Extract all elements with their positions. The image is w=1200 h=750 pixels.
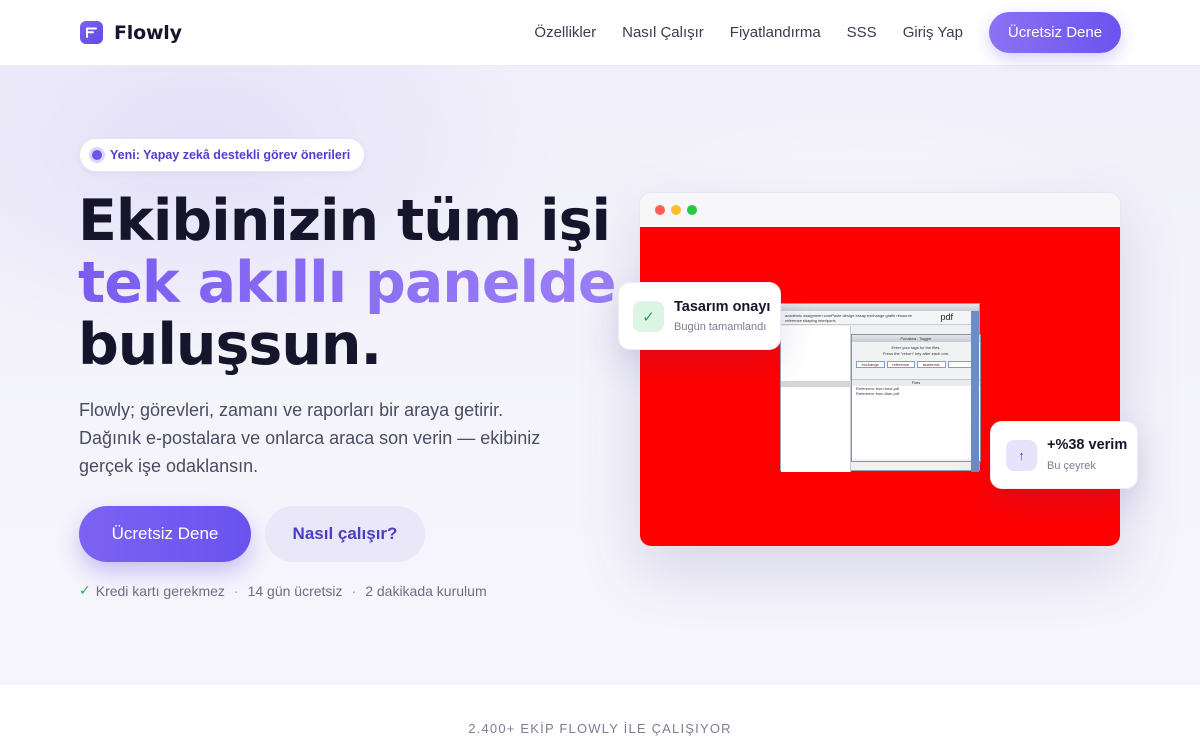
screenshot-left-pane xyxy=(781,326,851,472)
hero-description: Flowly; görevleri, zamanı ve raporları b… xyxy=(79,400,541,476)
dialog-tag: academic xyxy=(917,361,946,368)
window-titlebar xyxy=(640,193,1120,227)
app-preview-window: academic assignmen comPaste design essay… xyxy=(639,192,1121,547)
perks-list: ✓ Kredi kartı gerekmez · 14 gün ücretsiz… xyxy=(79,582,487,599)
window-close-dot-icon xyxy=(655,205,665,215)
badge-text: Yeni: Yapay zekâ destekli görev öneriler… xyxy=(110,148,351,162)
nav-link-fiyatlandirma[interactable]: Fiyatlandırma xyxy=(730,24,821,41)
check-icon: ✓ xyxy=(633,301,664,332)
approval-card: ✓ Tasarım onayı Bugün tamamlandı xyxy=(618,282,781,350)
nav-link-sss[interactable]: SSS xyxy=(847,24,877,41)
brand-logo[interactable]: Flowly xyxy=(80,21,182,44)
screenshot-scrollbar xyxy=(971,311,979,472)
how-it-works-button[interactable]: Nasıl çalışır? xyxy=(265,506,425,562)
screenshot-titlebar xyxy=(781,304,979,311)
headline-line-2: tek akıllı panelde xyxy=(78,250,617,316)
nav-links: Özellikler Nasıl Çalışır Fiyatlandırma S… xyxy=(534,12,1121,53)
screenshot-pdf-label: pdf xyxy=(940,312,953,322)
perk-item: Kredi kartı gerekmez xyxy=(95,582,225,599)
hero-headline: Ekibinizin tüm işi tek akıllı panelde bu… xyxy=(78,188,617,378)
perk-item: 2 dakikada kurulum xyxy=(365,582,487,599)
embedded-screenshot: academic assignmen comPaste design essay… xyxy=(780,303,981,472)
brand-name: Flowly xyxy=(114,21,182,44)
dialog-title: Punakea : Tagger xyxy=(852,335,980,342)
screenshot-left-bar xyxy=(781,381,851,387)
arrow-up-icon: ↑ xyxy=(1006,440,1037,471)
nav-link-giris-yap[interactable]: Giriş Yap xyxy=(903,24,963,41)
trust-strip-text: 2.400+ EKİP FLOWLY İLE ÇALIŞIYOR xyxy=(468,721,732,736)
top-nav: Flowly Özellikler Nasıl Çalışır Fiyatlan… xyxy=(0,0,1200,66)
nav-link-ozellikler[interactable]: Özellikler xyxy=(534,24,596,41)
dialog-line: Press the "return" key after each one. xyxy=(882,351,950,356)
efficiency-card: ↑ +%38 verim Bu çeyrek xyxy=(990,421,1138,489)
window-maximize-dot-icon xyxy=(687,205,697,215)
dialog-tag: reference xyxy=(886,361,915,368)
file-row: Reference from Alan.pdf xyxy=(856,391,900,396)
free-trial-button[interactable]: Ücretsiz Dene xyxy=(79,506,251,562)
window-content: academic assignmen comPaste design essay… xyxy=(640,227,1120,546)
perk-separator: · xyxy=(233,582,239,599)
announcement-badge[interactable]: Yeni: Yapay zekâ destekli görev öneriler… xyxy=(79,138,366,172)
headline-line-3: buluşsun. xyxy=(78,312,382,378)
badge-dot-icon xyxy=(92,150,102,160)
hero-section: Yeni: Yapay zekâ destekli görev öneriler… xyxy=(0,66,1200,685)
flowly-logo-icon xyxy=(80,21,103,44)
approval-card-title: Tasarım onayı xyxy=(674,299,771,315)
check-icon: ✓ xyxy=(79,582,91,598)
nav-link-nasil-calisir[interactable]: Nasıl Çalışır xyxy=(622,24,704,41)
efficiency-card-subtitle: Bu çeyrek xyxy=(1047,460,1096,472)
screenshot-tagger-dialog: Punakea : Tagger Enter your tags for the… xyxy=(851,334,981,462)
headline-line-1: Ekibinizin tüm işi xyxy=(78,188,611,254)
dialog-files-list: Files Reference from boot.pdf Reference … xyxy=(852,379,980,459)
dialog-tag-field: exchange reference academic xyxy=(856,361,976,368)
perk-separator: · xyxy=(351,582,357,599)
window-minimize-dot-icon xyxy=(671,205,681,215)
dialog-instruction: Enter your tags for the files. Press the… xyxy=(852,345,980,357)
nav-free-trial-button[interactable]: Ücretsiz Dene xyxy=(989,12,1121,53)
efficiency-card-title: +%38 verim xyxy=(1047,437,1128,453)
approval-card-subtitle: Bugün tamamlandı xyxy=(674,321,767,333)
dialog-tag: exchange xyxy=(856,361,885,368)
perk-item: 14 gün ücretsiz xyxy=(247,582,343,599)
